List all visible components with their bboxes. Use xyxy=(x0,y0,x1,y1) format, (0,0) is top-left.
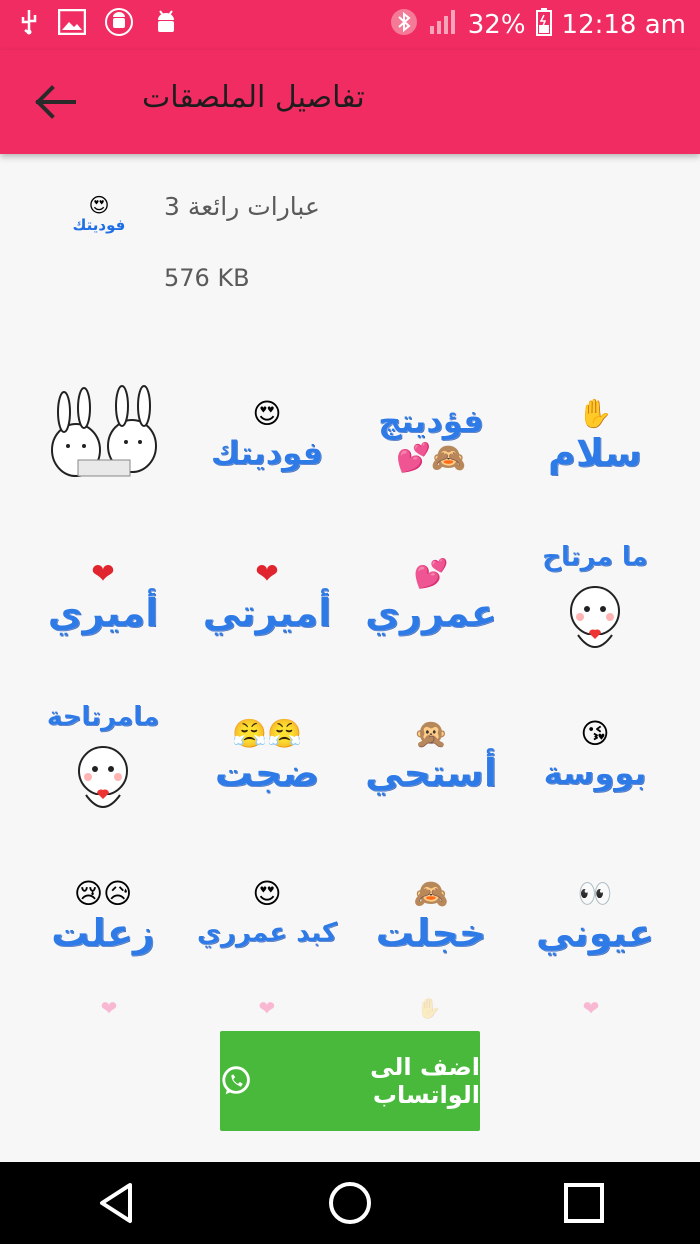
navigation-bar xyxy=(0,1162,700,1244)
sticker-text: ضجت xyxy=(214,751,320,795)
heart-icon: ❤ xyxy=(582,996,600,1020)
blob-cartoon-icon xyxy=(78,746,128,808)
red-heart-icon: ❤ xyxy=(255,557,279,590)
arrow-left-icon xyxy=(35,85,76,119)
sticker-item[interactable]: 😍 فوديتك xyxy=(192,358,342,516)
heart-eyes-icon: 😍 xyxy=(88,193,110,217)
sticker-text: عمرري xyxy=(365,591,497,635)
android-debug-icon xyxy=(104,7,134,43)
sticker-text: فؤديتچ xyxy=(378,402,484,440)
image-icon xyxy=(57,8,87,41)
next-row-preview: ❤ ❤ ✋ ❤ xyxy=(30,996,670,1020)
status-bar: 32% 12:18 am xyxy=(0,0,700,50)
sticker-item[interactable]: 😤😤 ضجت xyxy=(192,678,342,836)
sticker-text: خجلت xyxy=(375,911,487,955)
sticker-item[interactable]: ✋ سلام xyxy=(520,358,670,516)
sticker-item[interactable]: 🙊 أستحي xyxy=(356,678,506,836)
monkey-icon: 🙈💕 xyxy=(396,441,466,474)
clock: 12:18 am xyxy=(561,10,686,40)
triumph-face-icon: 😤😤 xyxy=(232,717,302,750)
heart-eyes-icon: 😍 xyxy=(252,397,282,430)
see-no-evil-monkey-icon: 🙈 xyxy=(413,877,449,910)
heart-icon: ❤ xyxy=(100,996,118,1020)
sparkle-heart-icon: 💕 xyxy=(413,557,449,590)
eyes-icon: 👀 xyxy=(577,877,613,910)
sticker-text: مامرتاحة xyxy=(46,702,160,732)
back-button[interactable] xyxy=(28,80,80,124)
sticker-item[interactable]: 💕 عمرري xyxy=(356,518,506,676)
sticker-item[interactable]: ما مرتاح xyxy=(520,518,670,676)
kiss-face-icon: 😘 xyxy=(580,717,610,750)
bunnies-cartoon-icon xyxy=(51,385,157,477)
android-icon xyxy=(152,8,180,42)
blob-cartoon-icon xyxy=(570,586,620,648)
pack-size: 576 KB xyxy=(164,264,250,292)
sticker-text: بووسة xyxy=(543,754,647,792)
sticker-text: أميري xyxy=(47,591,159,635)
speak-no-evil-monkey-icon: 🙊 xyxy=(413,717,449,750)
pack-name: عبارات رائعة 3 xyxy=(164,192,320,221)
pack-icon: 😍 فوديتك xyxy=(58,194,140,244)
sticker-item[interactable]: فؤديتچ 🙈💕 xyxy=(356,358,506,516)
heart-eyes-icon: 😍 xyxy=(252,877,282,910)
sticker-item[interactable]: مامرتاحة xyxy=(30,678,178,836)
battery-percent: 32% xyxy=(467,10,526,40)
sticker-text: أستحي xyxy=(365,751,497,795)
sticker-text: زعلت xyxy=(51,911,155,955)
sticker-text: أميرتي xyxy=(202,591,332,635)
add-to-whatsapp-label: اضف الى الواتساب xyxy=(370,1053,480,1109)
sticker-text: ما مرتاح xyxy=(542,542,648,572)
usb-icon xyxy=(18,9,40,41)
sticker-text: عيوني xyxy=(536,911,655,955)
sticker-item[interactable]: 😥😢 زعلت xyxy=(30,838,178,996)
home-circle-icon[interactable] xyxy=(327,1180,373,1226)
pack-icon-text: فوديتك xyxy=(72,216,126,234)
sticker-item[interactable]: 🙈 خجلت xyxy=(356,838,506,996)
red-heart-icon: ❤ xyxy=(91,557,115,590)
heart-icon: ❤ xyxy=(258,996,276,1020)
app-bar: تفاصيل الملصقات xyxy=(0,50,700,154)
whatsapp-icon xyxy=(222,1066,250,1095)
sticker-grid: ✋ سلام فؤديتچ 🙈💕 😍 فوديتك ما مرتاح 💕 عمر… xyxy=(30,358,670,998)
sticker-item[interactable]: 👀 عيوني xyxy=(520,838,670,996)
raised-hand-icon: ✋ xyxy=(577,397,613,430)
sticker-text: فوديتك xyxy=(210,434,324,472)
sticker-item[interactable]: 😘 بووسة xyxy=(520,678,670,836)
sad-face-icon: 😥😢 xyxy=(73,877,133,910)
sticker-item[interactable]: ❤ أميري xyxy=(30,518,178,676)
sticker-text: كبد عمرري xyxy=(197,918,337,948)
sticker-text: سلام xyxy=(547,431,643,475)
sticker-item[interactable]: 😍 كبد عمرري xyxy=(192,838,342,996)
add-to-whatsapp-button[interactable]: اضف الى الواتساب xyxy=(220,1031,480,1131)
hands-icon: ✋ xyxy=(416,996,442,1020)
battery-icon xyxy=(535,7,552,43)
sticker-item[interactable] xyxy=(30,358,178,516)
back-triangle-icon[interactable] xyxy=(94,1181,138,1225)
signal-icon xyxy=(428,8,458,43)
sticker-item[interactable]: ❤ أميرتي xyxy=(192,518,342,676)
page-title: تفاصيل الملصقات xyxy=(142,80,365,115)
recents-square-icon[interactable] xyxy=(562,1181,606,1225)
bluetooth-icon xyxy=(390,7,418,44)
